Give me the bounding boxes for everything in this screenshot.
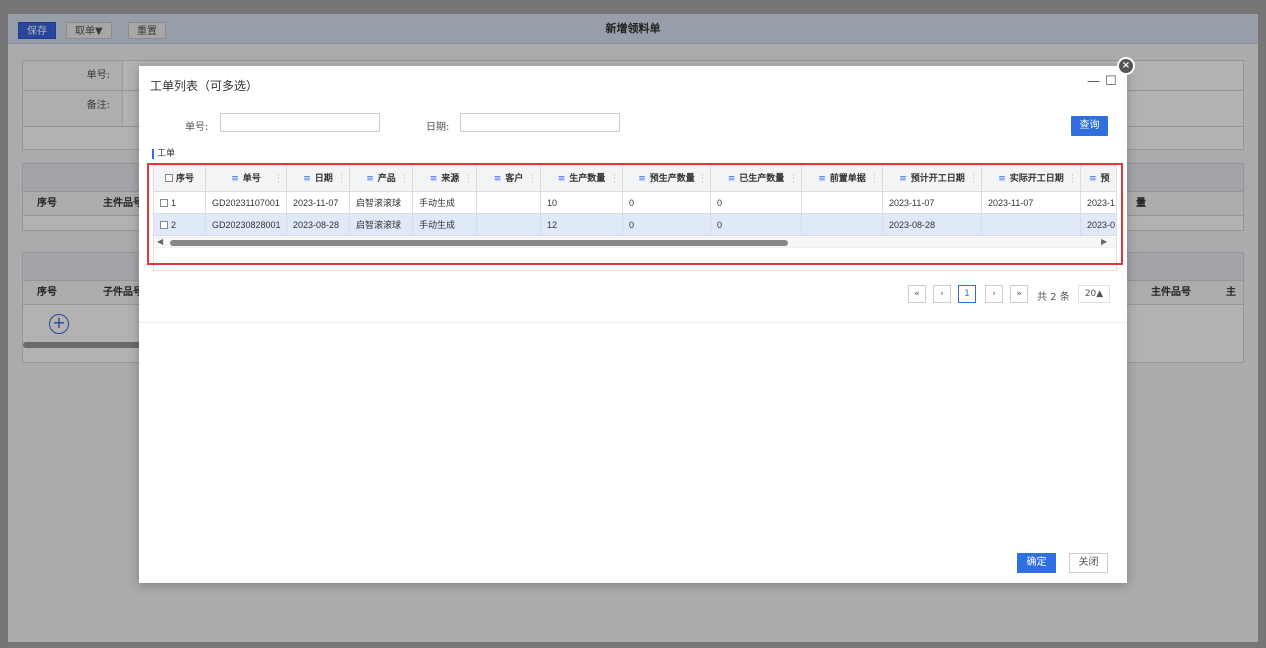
dialog-title: 工单列表（可多选） <box>150 79 259 93</box>
page-size-select[interactable]: 20▲ <box>1078 285 1110 303</box>
section-label: 工单 <box>152 149 175 159</box>
next-page-button[interactable]: › <box>985 285 1003 303</box>
prev-page-button[interactable]: ‹ <box>933 285 951 303</box>
highlight-box <box>147 163 1123 265</box>
order-no-query-input[interactable] <box>220 113 380 132</box>
date-query-input[interactable] <box>460 113 620 132</box>
minimize-icon[interactable]: — <box>1087 74 1100 89</box>
close-button[interactable]: 关闭 <box>1069 553 1108 573</box>
last-page-button[interactable]: » <box>1010 285 1028 303</box>
order-no-query-label: 单号: <box>185 122 209 133</box>
query-button[interactable]: 查询 <box>1071 116 1108 136</box>
date-query-label: 日期: <box>426 122 450 133</box>
close-icon[interactable]: × <box>1117 57 1135 75</box>
first-page-button[interactable]: « <box>908 285 926 303</box>
total-count: 共 2 条 <box>1037 292 1070 303</box>
maximize-icon[interactable]: ☐ <box>1105 74 1117 89</box>
confirm-button[interactable]: 确定 <box>1017 553 1056 573</box>
work-order-dialog: 工单列表（可多选） — ☐ 单号: 日期: 查询 工单 序号 ≡ 单号 ⋮ ≡ 日期 ⋮… <box>139 66 1127 583</box>
current-page-button[interactable]: 1 <box>958 285 976 303</box>
